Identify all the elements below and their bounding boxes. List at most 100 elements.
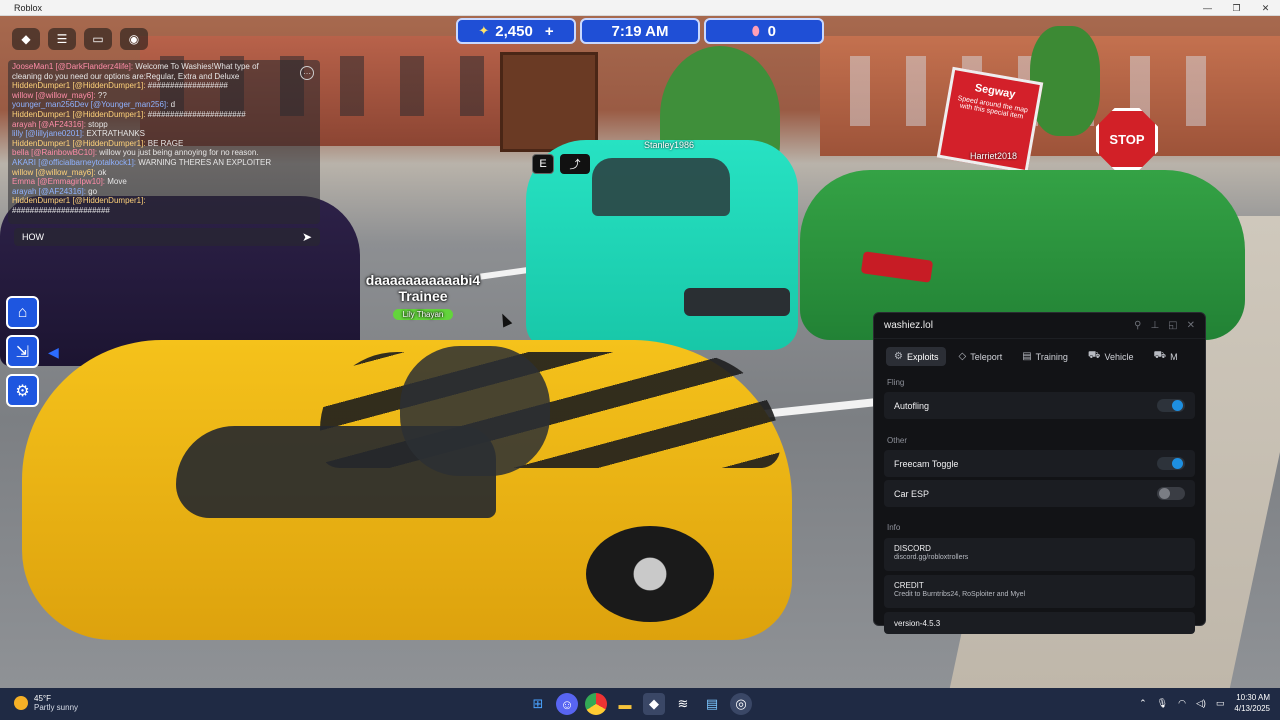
pin-icon[interactable]: ⊥: [1150, 320, 1159, 331]
chat-message: arayah [@AF24316]: stopp: [12, 119, 108, 129]
send-icon[interactable]: ➤: [302, 230, 312, 244]
weather-temp: 45°F: [34, 694, 51, 703]
player-name: daaaaaaaaaaabi4: [365, 272, 481, 288]
panel-header[interactable]: washiez.lol ⚲ ⊥ ◱ ✕: [874, 313, 1205, 339]
chat-input[interactable]: HOW ➤: [14, 228, 320, 246]
teleport-tab-icon: ◇: [958, 351, 967, 362]
discord-title: DISCORD: [894, 544, 931, 553]
gems-display: ⬮ 0: [704, 18, 824, 44]
close-button[interactable]: ✕: [1251, 0, 1280, 16]
settings-icon[interactable]: ⚙: [6, 374, 39, 407]
section-info: Info: [887, 523, 901, 532]
yellow-car-wheel: [586, 526, 714, 622]
chat-message: lilly [@lillyjane0201]: EXTRATHANKS: [12, 129, 145, 139]
autofling-toggle[interactable]: [1157, 399, 1185, 412]
game-time: 7:19 AM: [611, 22, 669, 40]
clock-time: 10:30 AM: [1236, 693, 1270, 702]
window-controls: — ❐ ✕: [1193, 0, 1280, 16]
system-tray: ⌃ 🎙 ◠ ◁) ▭ 10:30 AM 4/13/2025: [1139, 692, 1270, 714]
window-titlebar: Roblox — ❐ ✕: [0, 0, 1280, 16]
car-icon: ⛟: [1087, 350, 1101, 361]
chat-message: HiddenDumper1 [@HiddenDumper1]: ########…: [12, 109, 246, 119]
wifi-icon[interactable]: ◠: [1178, 698, 1186, 709]
car-esp-label: Car ESP: [894, 488, 930, 499]
tab-exploits[interactable]: ⚙ Exploits: [886, 347, 947, 366]
house-icon[interactable]: ⌂: [6, 296, 39, 329]
player-nametag: daaaaaaaaaaabi4 Trainee Lily Thayan: [318, 272, 528, 322]
chat-message: willow [@willow_may6]: ok: [12, 167, 107, 177]
car-esp-row[interactable]: Car ESP: [884, 480, 1195, 507]
system-clock[interactable]: 10:30 AM 4/13/2025: [1234, 692, 1270, 714]
autofling-row[interactable]: Autofling: [884, 392, 1195, 419]
expand-icon[interactable]: ◱: [1168, 320, 1177, 331]
discord-icon[interactable]: ☺: [556, 693, 578, 715]
chat-message: ######################: [12, 205, 110, 215]
player-subtag: Lily Thayan: [392, 309, 454, 320]
training-icon: ▤: [1022, 351, 1032, 362]
tab-teleport[interactable]: ◇ Teleport: [950, 347, 1010, 366]
volume-icon[interactable]: ◁): [1196, 698, 1206, 709]
car-icon: ⛟: [1153, 350, 1167, 361]
autofling-label: Autofling: [894, 400, 930, 411]
stop-sign-text: STOP: [1109, 131, 1145, 147]
chat-message: HiddenDumper1 [@HiddenDumper1]: ########…: [12, 81, 228, 91]
tree-right: [1030, 26, 1100, 136]
chat-message: cleaning do you need our options are:Reg…: [12, 71, 240, 81]
teleport-icon[interactable]: ⇲: [6, 335, 39, 368]
gem-count: 0: [767, 22, 776, 40]
discord-info[interactable]: DISCORD discord.gg/robloxtrollers: [884, 538, 1195, 571]
chat-message: younger_man256Dev [@Younger_man256]: d: [12, 100, 176, 110]
search-icon[interactable]: ⚲: [1134, 320, 1141, 331]
chat-input-value: HOW: [22, 232, 44, 242]
cash-plus-button[interactable]: +: [545, 23, 554, 40]
microphone-icon[interactable]: 🎙: [1157, 698, 1168, 709]
roblox-app-icon[interactable]: ◆: [643, 693, 665, 715]
car-esp-toggle[interactable]: [1157, 487, 1185, 500]
tab-vehicle[interactable]: ⛟ Vehicle: [1080, 347, 1142, 366]
cash-display[interactable]: ✦ 2,450 +: [456, 18, 576, 44]
time-display: 7:19 AM: [580, 18, 700, 44]
tab-training[interactable]: ▤ Training: [1014, 347, 1076, 366]
road-marking: [759, 397, 881, 419]
notepad-icon[interactable]: ▤: [701, 693, 723, 715]
chat-message: AKARI [@officialbarneytotalkock1]: WARNI…: [12, 157, 272, 167]
chat-message: JooseMan1 [@DarkFlanderz4life]: Welcome …: [12, 62, 259, 71]
tab-more[interactable]: ⛟ M: [1145, 347, 1185, 366]
window-title: Roblox: [14, 2, 43, 13]
chat-window[interactable]: JooseMan1 [@DarkFlanderz4life]: Welcome …: [8, 60, 320, 224]
windows-start-icon[interactable]: ⊞: [527, 693, 549, 715]
collapse-arrow-icon[interactable]: ◀: [48, 344, 59, 361]
file-explorer-icon[interactable]: ▬: [614, 693, 636, 715]
roblox-menu-icon[interactable]: ◆: [12, 28, 40, 50]
bug-icon: ⚙: [894, 351, 903, 362]
version-info: version-4.5.3: [884, 612, 1195, 634]
roblox-studio-icon[interactable]: ≋: [672, 693, 694, 715]
weather-widget[interactable]: 45°F Partly sunny: [14, 694, 78, 712]
gem-icon: ⬮: [752, 23, 760, 38]
yellow-car-cabin: [400, 346, 550, 476]
close-icon[interactable]: ✕: [1187, 320, 1195, 331]
menu-board: [500, 52, 598, 152]
freecam-row[interactable]: Freecam Toggle: [884, 450, 1195, 477]
player-tag-harriet: Harriet2018: [970, 151, 1018, 161]
stop-sign: STOP: [1096, 108, 1158, 170]
exploit-panel[interactable]: washiez.lol ⚲ ⊥ ◱ ✕ ⚙ Exploits ◇ Teleport …: [873, 312, 1206, 634]
camera-icon[interactable]: ◉: [120, 28, 148, 50]
maximize-button[interactable]: ❐: [1222, 0, 1251, 16]
vehicle-key-icon[interactable]: ⤴: [560, 154, 590, 174]
obs-icon[interactable]: ◎: [730, 693, 752, 715]
section-fling: Fling: [887, 378, 905, 387]
freecam-toggle[interactable]: [1157, 457, 1185, 470]
side-menu: ⌂ ⇲ ⚙: [6, 296, 39, 407]
chat-message: willow [@willow_may6]: ??: [12, 90, 107, 100]
chevron-up-icon[interactable]: ⌃: [1139, 698, 1147, 709]
section-other: Other: [887, 436, 908, 445]
chat-icon[interactable]: ▭: [84, 28, 112, 50]
interact-key-e[interactable]: E: [532, 154, 554, 174]
chrome-icon[interactable]: [585, 693, 607, 715]
chat-options-icon[interactable]: ⋯: [300, 66, 314, 80]
hamburger-icon[interactable]: ☰: [48, 28, 76, 50]
teal-car-window: [592, 158, 730, 216]
battery-icon[interactable]: ▭: [1216, 698, 1225, 709]
minimize-button[interactable]: —: [1193, 0, 1222, 16]
